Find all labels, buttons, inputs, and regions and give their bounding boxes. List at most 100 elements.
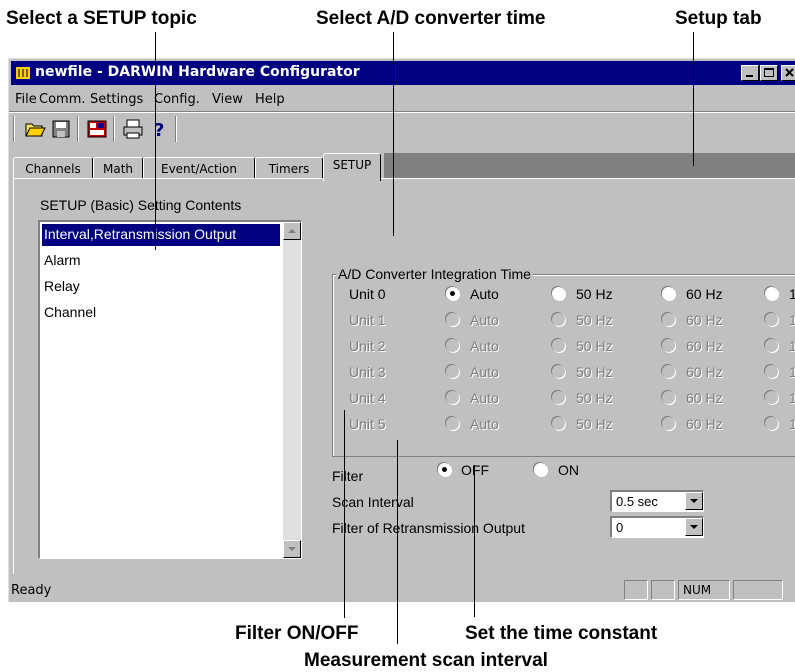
option-label: Auto (470, 286, 499, 302)
retrans-filter-dropdown-button[interactable] (685, 518, 703, 536)
radio-unit4-50hz (552, 391, 565, 404)
option-label: 1 (789, 364, 795, 380)
status-text: Ready (11, 583, 52, 598)
radio-unit1-auto (446, 313, 459, 326)
list-item[interactable]: Channel (42, 302, 280, 324)
tab-math[interactable]: Math (93, 157, 143, 179)
option-label: 60 Hz (686, 286, 723, 302)
unit-label: Unit 1 (349, 312, 386, 328)
tab-timers[interactable]: Timers (255, 157, 323, 179)
callout-filter-on-off: Filter ON/OFF (235, 623, 359, 644)
unit-label: Unit 0 (349, 286, 386, 302)
radio-unit0-60hz[interactable] (662, 287, 675, 300)
retrans-filter-label: Filter of Retransmission Output (332, 520, 525, 536)
option-label: 60 Hz (686, 416, 723, 432)
app-icon (16, 67, 30, 79)
app-window: newfile - DARWIN Hardware Configurator F… (8, 58, 795, 602)
title-bar[interactable]: newfile - DARWIN Hardware Configurator (11, 61, 795, 85)
scan-interval-value: 0.5 sec (616, 494, 658, 509)
unit-label: Unit 2 (349, 338, 386, 354)
leader-line-scan-interval (397, 440, 398, 644)
radio-filter-off[interactable] (438, 463, 451, 476)
scan-interval-dropdown-button[interactable] (685, 492, 703, 510)
callout-select-setup-topic: Select a SETUP topic (6, 8, 197, 29)
hardware-icon[interactable] (85, 117, 109, 141)
save-icon[interactable] (49, 117, 73, 141)
tab-strip: Channels Math Event/Action Timers SETUP (9, 149, 795, 181)
option-label: 50 Hz (576, 364, 613, 380)
radio-unit1-60hz (662, 313, 675, 326)
option-label: 60 Hz (686, 338, 723, 354)
leader-line-ad-time (393, 32, 394, 236)
radio-filter-on[interactable] (534, 463, 547, 476)
menu-settings[interactable]: Settings (90, 92, 143, 107)
radio-unit0-other[interactable] (765, 287, 778, 300)
toolbar-separator (77, 116, 79, 142)
tab-channels[interactable]: Channels (13, 157, 93, 179)
ad-converter-group (332, 274, 795, 457)
menu-config[interactable]: Config. (154, 92, 200, 107)
ad-converter-title: A/D Converter Integration Time (336, 266, 533, 282)
list-item[interactable]: Alarm (42, 250, 280, 272)
radio-unit4-60hz (662, 391, 675, 404)
list-item[interactable]: Interval,Retransmission Output (42, 224, 280, 246)
unit-label: Unit 3 (349, 364, 386, 380)
scan-interval-select[interactable]: 0.5 sec (610, 490, 704, 512)
filter-label: Filter (332, 468, 364, 484)
option-label: Auto (470, 338, 499, 354)
close-icon (785, 68, 794, 77)
menu-file[interactable]: File (15, 92, 37, 107)
chevron-down-icon (690, 525, 698, 529)
leader-line-time-constant (474, 465, 475, 617)
leader-line-filter (344, 410, 345, 618)
tab-event-action[interactable]: Event/Action (143, 157, 255, 179)
setup-topic-list[interactable]: Interval,Retransmission Output Alarm Rel… (38, 220, 302, 559)
close-button[interactable] (781, 65, 795, 81)
radio-unit5-50hz (552, 417, 565, 430)
radio-unit1-50hz (552, 313, 565, 326)
window-title: newfile - DARWIN Hardware Configurator (35, 64, 360, 80)
scroll-up-button[interactable] (283, 222, 301, 240)
list-item[interactable]: Relay (42, 276, 280, 298)
tab-strip-background (384, 153, 795, 181)
option-label: 1 (789, 338, 795, 354)
print-icon[interactable] (121, 117, 145, 141)
minimize-button[interactable] (741, 65, 759, 81)
option-label: 60 Hz (686, 312, 723, 328)
option-label: 60 Hz (686, 364, 723, 380)
toolbar: ? (9, 113, 795, 147)
open-folder-icon[interactable] (23, 117, 47, 141)
callout-select-ad-time: Select A/D converter time (316, 8, 546, 29)
radio-unit4-other (765, 391, 778, 404)
option-label: Auto (470, 312, 499, 328)
list-scrollbar[interactable] (283, 222, 301, 558)
maximize-button[interactable] (760, 65, 778, 81)
leader-line-setup-topic (155, 32, 156, 250)
arrow-up-icon (288, 229, 296, 233)
unit-label: Unit 5 (349, 416, 386, 432)
radio-unit3-auto (446, 365, 459, 378)
option-label: 1 (789, 312, 795, 328)
status-pane (651, 580, 675, 600)
retrans-filter-select[interactable]: 0 (610, 516, 704, 538)
menu-comm[interactable]: Comm. (39, 92, 86, 107)
option-label: 50 Hz (576, 312, 613, 328)
maximize-icon (764, 68, 774, 77)
radio-unit2-50hz (552, 339, 565, 352)
radio-unit0-50hz[interactable] (552, 287, 565, 300)
radio-unit5-other (765, 417, 778, 430)
radio-unit1-other (765, 313, 778, 326)
menu-help[interactable]: Help (255, 92, 285, 107)
callout-setup-tab: Setup tab (675, 8, 762, 29)
option-label: Auto (470, 364, 499, 380)
setup-list-label: SETUP (Basic) Setting Contents (40, 197, 242, 213)
minimize-icon (746, 75, 753, 77)
help-icon[interactable]: ? (147, 117, 171, 141)
scroll-down-button[interactable] (283, 540, 301, 558)
menu-view[interactable]: View (212, 92, 243, 107)
leader-line-setup-tab (693, 32, 694, 166)
option-label: 50 Hz (576, 286, 613, 302)
tab-setup[interactable]: SETUP (323, 153, 381, 181)
option-label: Auto (470, 416, 499, 432)
radio-unit0-auto[interactable] (446, 287, 459, 300)
